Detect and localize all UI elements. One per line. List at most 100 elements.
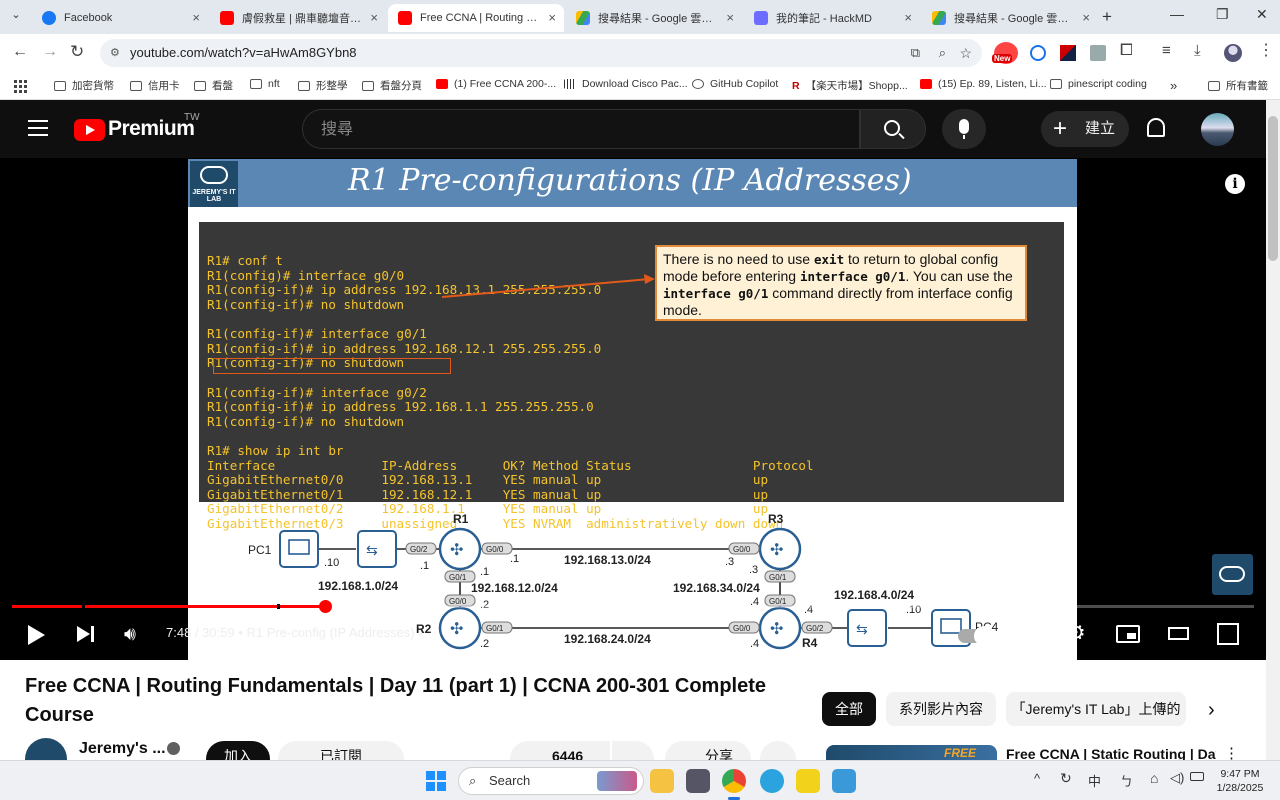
bookmark-folder[interactable]: 形整學 — [298, 78, 348, 93]
chevron-right-icon[interactable]: › — [418, 625, 422, 640]
play-button[interactable] — [28, 625, 45, 645]
tab-google-drive-2[interactable]: 搜尋結果 - Google 雲端硬... × — [922, 4, 1098, 32]
tab-google-drive-1[interactable]: 搜尋結果 - Google 雲端硬... × — [566, 4, 742, 32]
extension-icon-4[interactable] — [1090, 45, 1106, 61]
volume-icon[interactable]: ◁) — [1170, 770, 1184, 786]
apps-grid-icon[interactable] — [14, 79, 28, 93]
extensions-puzzle-icon[interactable]: ⧠ — [1120, 42, 1133, 60]
avatar[interactable] — [1201, 113, 1234, 146]
miniplayer-icon[interactable] — [1116, 625, 1140, 643]
chevron-right-icon[interactable]: › — [1208, 699, 1215, 722]
minimize-button[interactable]: — — [1170, 6, 1184, 22]
next-video-title[interactable]: Free CCNA | Static Routing | Day — [1006, 746, 1216, 760]
menu-kebab-icon[interactable]: ⋮ — [1258, 40, 1274, 60]
all-bookmarks-folder[interactable]: 所有書籤 — [1208, 78, 1268, 93]
install-icon[interactable]: ⧉ — [911, 39, 920, 67]
chip-channel-uploads[interactable]: 「Jeremy's IT Lab」上傳的 — [1006, 692, 1186, 726]
more-actions-button[interactable] — [760, 741, 796, 762]
settings-gear-icon[interactable]: ⚙ — [1066, 620, 1086, 646]
close-icon[interactable]: × — [726, 10, 734, 25]
bookmark-link[interactable]: GitHub Copilot — [692, 78, 778, 90]
extension-new-icon[interactable]: New — [992, 42, 1018, 64]
theater-mode-icon[interactable] — [1168, 627, 1189, 640]
channel-watermark-icon[interactable] — [1212, 554, 1253, 595]
create-button[interactable]: + 建立 — [1041, 111, 1129, 147]
like-button[interactable]: 6446 — [510, 741, 610, 762]
bookmark-folder[interactable]: 看盤 — [194, 78, 233, 93]
bookmark-folder[interactable]: 看盤分頁 — [362, 78, 422, 93]
bookmark-link[interactable]: Download Cisco Pac... — [564, 78, 688, 90]
new-tab-button[interactable]: + — [1102, 7, 1112, 27]
chip-all[interactable]: 全部 — [822, 692, 876, 726]
close-icon[interactable]: × — [192, 10, 200, 25]
battery-icon[interactable] — [1190, 772, 1204, 781]
scrollbar-thumb[interactable] — [1268, 116, 1278, 261]
media-control-icon[interactable]: ≡ — [1162, 42, 1171, 59]
close-window-button[interactable]: ✕ — [1256, 6, 1268, 23]
subscribed-button[interactable]: 已訂閱 — [278, 741, 404, 762]
telegram-icon[interactable] — [760, 769, 784, 793]
bookmark-link[interactable]: (15) Ep. 89, Listen, Li... — [920, 78, 1047, 90]
bookmark-link[interactable]: (1) Free CCNA 200-... — [436, 78, 556, 90]
zoom-icon[interactable]: ⌕ — [939, 39, 946, 67]
notepad-icon[interactable] — [832, 769, 856, 793]
share-button[interactable]: 分享 — [665, 741, 751, 762]
taskbar-app-icon[interactable] — [796, 769, 820, 793]
profile-avatar[interactable] — [1224, 44, 1242, 62]
tab-hackmd[interactable]: 我的筆記 - HackMD × — [744, 4, 920, 32]
fullscreen-icon[interactable] — [1217, 623, 1239, 645]
taskbar-app-icon[interactable] — [686, 769, 710, 793]
close-icon[interactable]: × — [904, 10, 912, 25]
next-video-thumbnail[interactable]: FREE — [826, 745, 997, 760]
tab-facebook[interactable]: Facebook × — [32, 4, 208, 32]
bookmark-folder[interactable]: 信用卡 — [130, 78, 180, 93]
back-icon[interactable]: ← — [12, 43, 28, 61]
autoplay-toggle[interactable] — [958, 626, 994, 646]
ime-indicator[interactable]: 中 — [1088, 771, 1101, 790]
bookmark-link[interactable]: R 【楽天市場】Shopp... — [792, 78, 908, 93]
next-video-menu-icon[interactable]: ⋮ — [1224, 744, 1239, 760]
download-icon[interactable]: ⤓ — [1194, 42, 1201, 59]
bookmark-folder[interactable]: nft — [250, 78, 280, 90]
bookmark-folder[interactable]: pinescript coding — [1050, 78, 1147, 90]
search-button[interactable] — [860, 109, 926, 149]
ime-mode-icon[interactable]: ㄅ — [1120, 771, 1133, 790]
volume-icon[interactable]: 🔊︎ — [124, 624, 136, 646]
hamburger-menu-icon[interactable] — [28, 120, 48, 136]
windows-start-icon[interactable] — [426, 771, 446, 791]
forward-icon[interactable]: → — [42, 43, 58, 61]
restore-button[interactable]: ❐ — [1216, 6, 1229, 23]
tab-search-button[interactable]: ⌄ — [6, 8, 26, 26]
sync-icon[interactable]: ↻ — [1060, 770, 1072, 787]
site-info-icon[interactable]: ⚙ — [110, 39, 120, 67]
close-icon[interactable]: × — [1082, 10, 1090, 25]
chrome-icon[interactable] — [722, 769, 746, 793]
search-input[interactable]: 搜尋 — [302, 109, 860, 149]
chevron-up-icon[interactable]: ^ — [1034, 771, 1040, 786]
channel-avatar[interactable] — [25, 738, 67, 762]
reload-icon[interactable]: ↻ — [70, 42, 84, 62]
tab-youtube-1[interactable]: 膚假救星 | 鼎車聽壇音（de × — [210, 4, 386, 32]
network-icon[interactable]: ⌂ — [1150, 770, 1158, 786]
chapter-title[interactable]: R1 Pre-config (IP Addresses) — [247, 625, 415, 640]
next-button[interactable] — [77, 626, 90, 642]
bookmark-folder[interactable]: 加密貨幣 — [54, 78, 114, 93]
join-button[interactable]: 加入 — [206, 741, 270, 762]
info-icon[interactable]: i — [1225, 174, 1245, 194]
bookmark-star-icon[interactable]: ☆ — [959, 39, 972, 67]
url-input[interactable]: ⚙ youtube.com/watch?v=aHwAm8GYbn8 ⧉ ⌕ ☆ — [100, 39, 982, 67]
channel-name[interactable]: Jeremy's ... — [79, 740, 166, 758]
close-icon[interactable]: × — [548, 10, 556, 25]
taskbar-search-input[interactable]: ⌕ Search — [458, 767, 644, 795]
bookmarks-overflow-icon[interactable]: » — [1170, 78, 1177, 93]
extension-icon-3[interactable] — [1060, 45, 1076, 61]
extension-icon-2[interactable] — [1030, 45, 1046, 61]
subtitles-icon[interactable] — [1017, 626, 1041, 644]
system-clock[interactable]: 9:47 PM 1/28/2025 — [1208, 767, 1272, 795]
notifications-bell-icon[interactable] — [1147, 118, 1165, 137]
chip-series[interactable]: 系列影片內容 — [886, 692, 996, 726]
dislike-button[interactable] — [612, 741, 654, 762]
close-icon[interactable]: × — [370, 10, 378, 25]
file-explorer-icon[interactable] — [650, 769, 674, 793]
progress-scrubber[interactable] — [318, 600, 332, 613]
